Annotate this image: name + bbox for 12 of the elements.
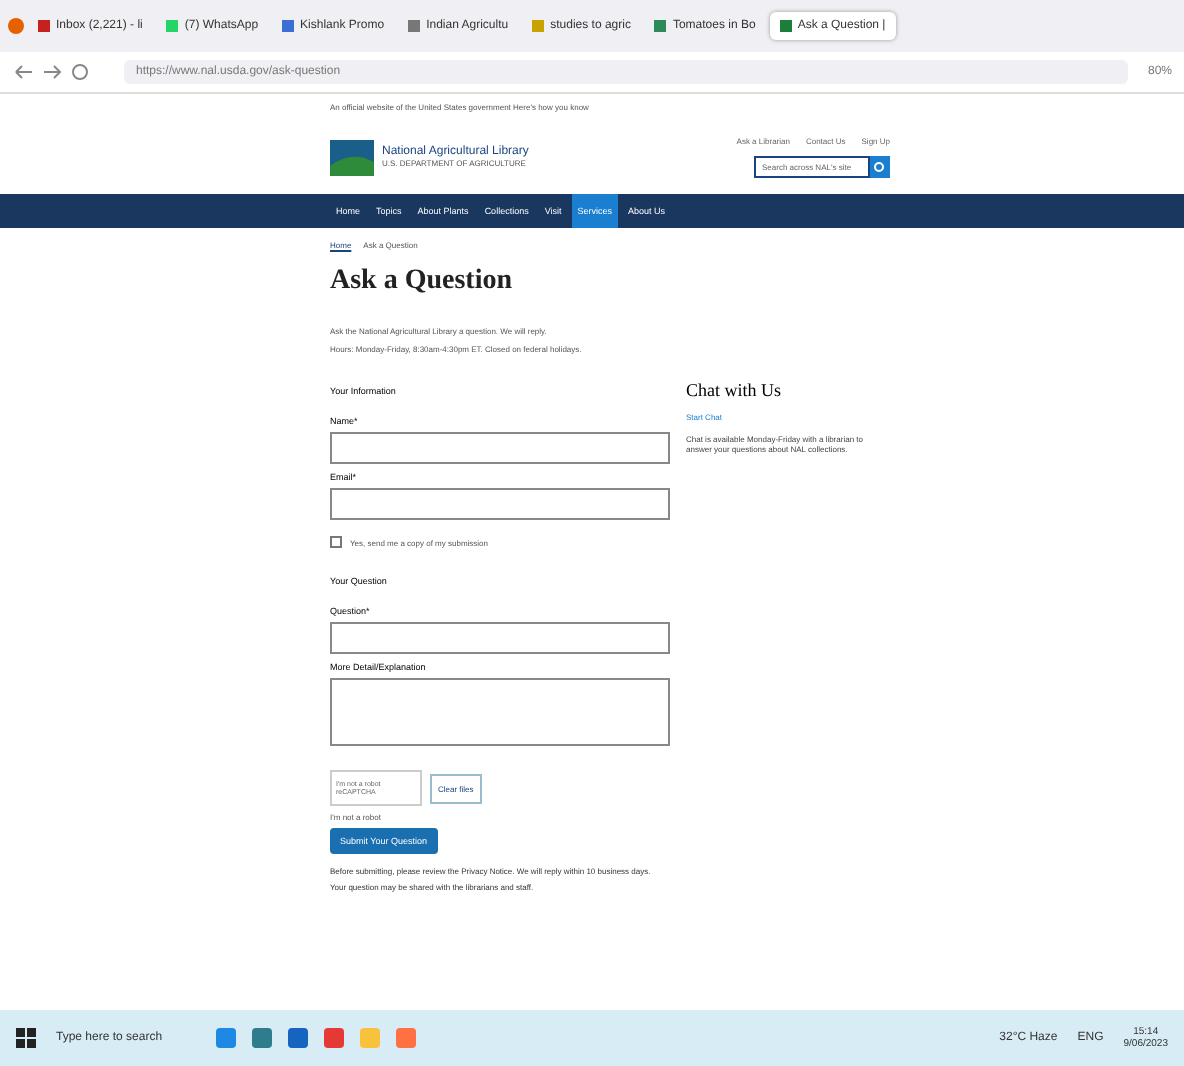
email-field[interactable] xyxy=(330,488,670,520)
chat-heading: Chat with Us xyxy=(686,380,784,400)
search-button[interactable] xyxy=(870,156,890,178)
logo-icon xyxy=(330,139,374,175)
copy-checkbox[interactable] xyxy=(330,536,342,548)
windows-icon[interactable] xyxy=(16,1028,36,1048)
page-title: Ask a Question xyxy=(330,266,515,298)
question-field[interactable] xyxy=(330,622,670,654)
name-field[interactable] xyxy=(330,432,670,464)
search-icon xyxy=(874,161,886,173)
browser-icon[interactable] xyxy=(8,18,24,34)
detail-textarea[interactable] xyxy=(330,678,670,746)
